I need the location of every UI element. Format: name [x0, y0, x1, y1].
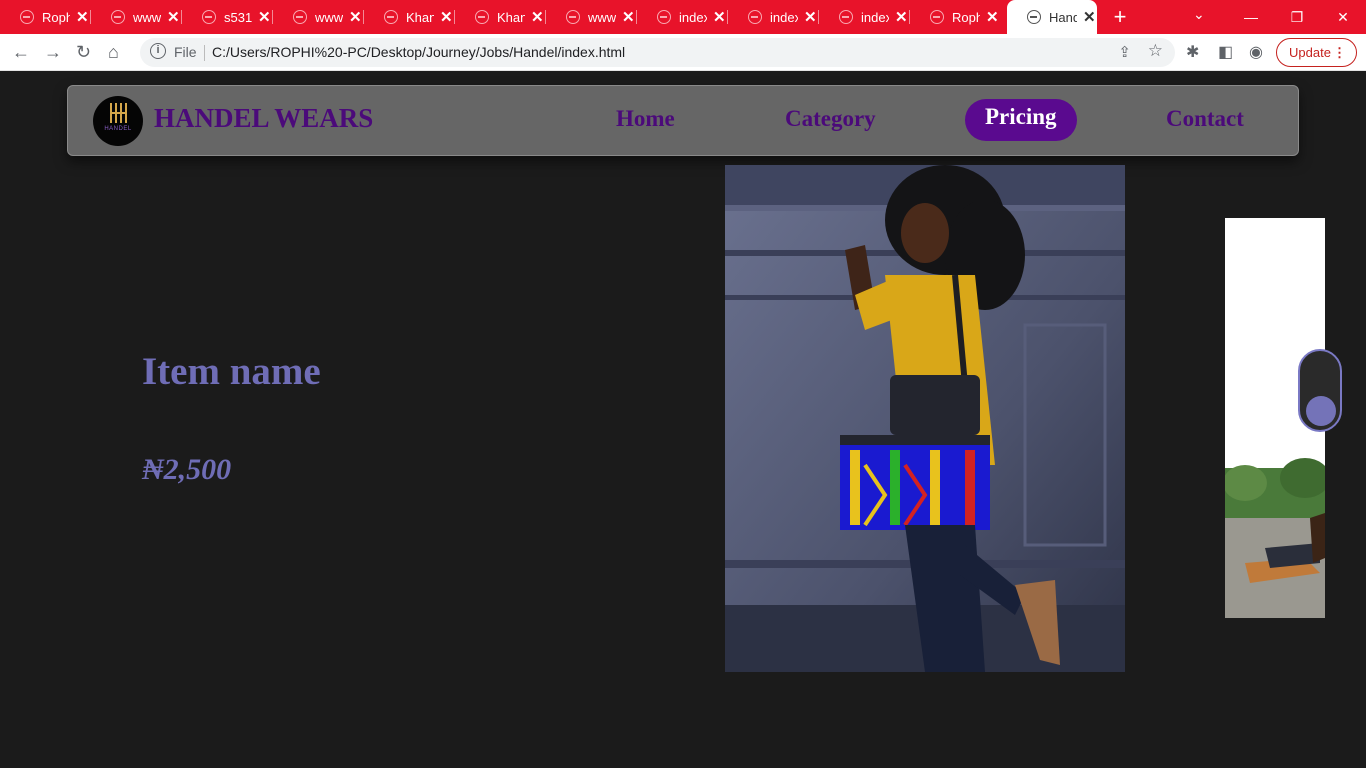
globe-icon	[839, 10, 853, 24]
info-icon[interactable]: i	[150, 43, 166, 59]
browser-tab-active[interactable]: Hand ✕	[1007, 0, 1097, 34]
close-tab-icon[interactable]: ✕	[531, 8, 544, 26]
browser-tab[interactable]: s531 ✕	[182, 0, 273, 34]
browser-tab-strip: Roph ✕ www. ✕ s531 ✕ www. ✕ Khan ✕ Khan ✕ www.…	[0, 0, 1366, 34]
globe-icon	[20, 10, 34, 24]
product-image	[725, 165, 1125, 672]
minimize-icon[interactable]: —	[1228, 9, 1274, 25]
menu-dots-icon[interactable]: ⋮	[1333, 39, 1346, 66]
browser-toolbar: ← → ↻ ⌂ i File C:/Users/ROPHI%20-PC/Desk…	[0, 34, 1366, 71]
brand-logo[interactable]: HANDEL	[93, 96, 143, 146]
close-tab-icon[interactable]: ✕	[349, 8, 362, 26]
url-text[interactable]: C:/Users/ROPHI%20-PC/Desktop/Journey/Job…	[212, 44, 625, 60]
site-navbar: HANDEL HANDEL WEARS Home Category Pricin…	[67, 85, 1299, 156]
restore-icon[interactable]: ❐	[1274, 9, 1320, 26]
bookmark-star-icon[interactable]: ☆	[1148, 41, 1163, 61]
globe-icon	[566, 10, 580, 24]
close-tab-icon[interactable]: ✕	[258, 8, 271, 26]
back-icon[interactable]: ←	[12, 42, 30, 63]
nav-contact[interactable]: Contact	[1166, 106, 1244, 132]
browser-tab[interactable]: www. ✕	[91, 0, 182, 34]
globe-icon	[475, 10, 489, 24]
brand-name[interactable]: HANDEL WEARS	[154, 103, 373, 134]
browser-tab[interactable]: index ✕	[637, 0, 728, 34]
close-tab-icon[interactable]: ✕	[713, 8, 726, 26]
browser-tab[interactable]: Roph ✕	[0, 0, 91, 34]
globe-icon	[293, 10, 307, 24]
home-icon[interactable]: ⌂	[108, 42, 119, 63]
globe-icon	[1027, 10, 1041, 24]
globe-icon	[384, 10, 398, 24]
close-tab-icon[interactable]: ✕	[986, 8, 999, 26]
globe-icon	[657, 10, 671, 24]
nav-pricing[interactable]: Pricing	[965, 99, 1077, 141]
close-tab-icon[interactable]: ✕	[895, 8, 908, 26]
close-tab-icon[interactable]: ✕	[622, 8, 635, 26]
logo-text: HANDEL	[104, 126, 132, 132]
browser-tab[interactable]: www. ✕	[273, 0, 364, 34]
profile-avatar[interactable]: ◉	[1249, 42, 1263, 62]
nav-category[interactable]: Category	[785, 106, 876, 132]
share-icon[interactable]: ⇪	[1118, 43, 1131, 61]
browser-tab[interactable]: index ✕	[819, 0, 910, 34]
close-tab-icon[interactable]: ✕	[440, 8, 453, 26]
logo-mark-icon	[108, 103, 128, 123]
nav-home[interactable]: Home	[616, 106, 675, 132]
globe-icon	[748, 10, 762, 24]
item-price: ₦2,500	[142, 453, 232, 486]
tab-search-icon[interactable]: ⌄	[1193, 6, 1205, 23]
new-tab-button[interactable]: +	[1107, 0, 1133, 34]
extensions-icon[interactable]: ✱	[1186, 42, 1199, 62]
side-panel-icon[interactable]: ◧	[1218, 42, 1233, 62]
theme-toggle[interactable]	[1298, 349, 1342, 432]
close-tab-icon[interactable]: ✕	[76, 8, 89, 26]
close-tab-icon[interactable]: ✕	[1083, 8, 1096, 26]
close-tab-icon[interactable]: ✕	[804, 8, 817, 26]
globe-icon	[930, 10, 944, 24]
browser-tab[interactable]: Roph ✕	[910, 0, 1001, 34]
close-tab-icon[interactable]: ✕	[167, 8, 180, 26]
browser-tab[interactable]: www. ✕	[546, 0, 637, 34]
browser-tab[interactable]: Khan ✕	[364, 0, 455, 34]
browser-tab[interactable]: Khan ✕	[455, 0, 546, 34]
toggle-knob[interactable]	[1306, 396, 1336, 426]
browser-tab[interactable]: index ✕	[728, 0, 819, 34]
item-name: Item name	[142, 350, 321, 393]
forward-icon[interactable]: →	[44, 42, 62, 63]
globe-icon	[111, 10, 125, 24]
reload-icon[interactable]: ↻	[76, 42, 91, 63]
page-content: HANDEL HANDEL WEARS Home Category Pricin…	[0, 71, 1366, 768]
close-window-icon[interactable]: ✕	[1320, 9, 1366, 26]
update-label: Update	[1289, 45, 1331, 60]
globe-icon	[202, 10, 216, 24]
window-controls: — ❐ ✕	[1228, 0, 1366, 34]
update-button[interactable]: Update ⋮	[1276, 38, 1357, 67]
address-bar[interactable]: i File C:/Users/ROPHI%20-PC/Desktop/Jour…	[140, 38, 1175, 67]
scheme-label: File	[174, 44, 197, 60]
